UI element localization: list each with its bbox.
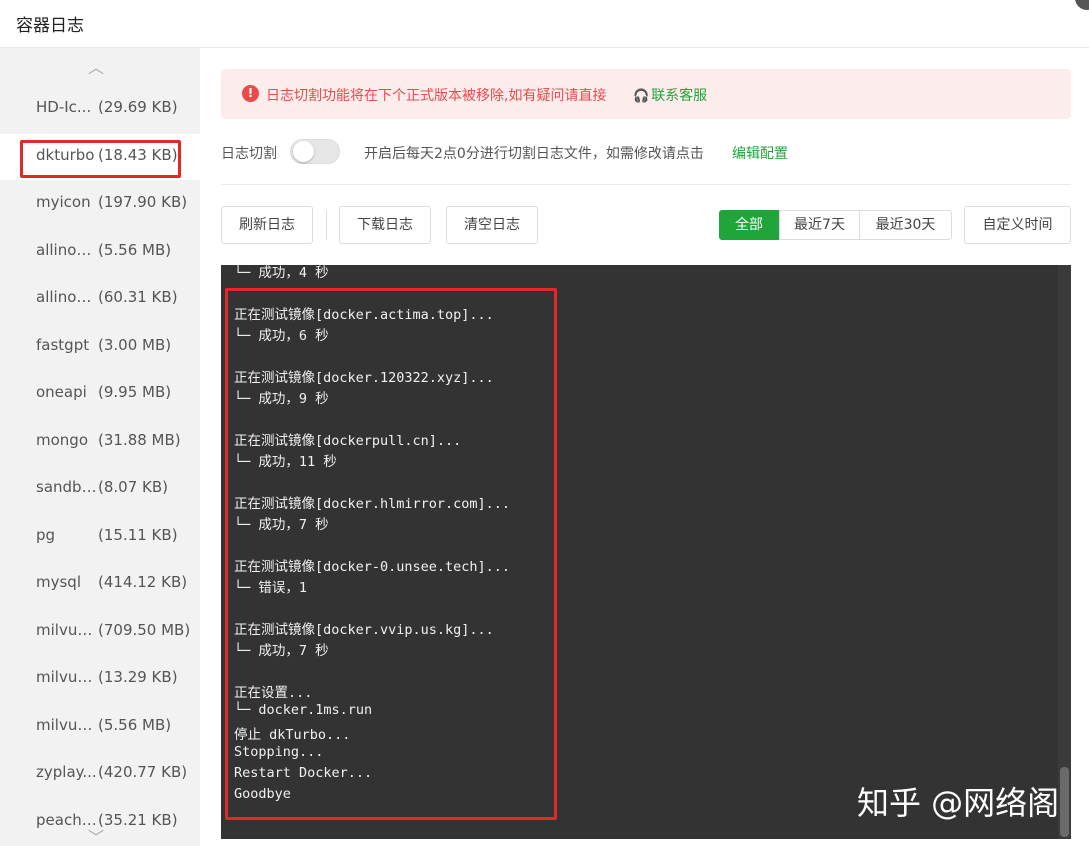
container-size: (35.21 KB) [98,810,178,829]
container-name: oneapi [36,383,87,401]
container-size: (8.07 KB) [98,478,168,496]
container-name: allinon... [36,240,98,259]
container-size: (5.56 MB) [98,715,172,734]
container-list: ︿ HD-Ic... (29.69 KB) dkturbo (18.43 KB) myi… [0,48,200,846]
container-item[interactable]: dkturbo (18.43 KB) [0,133,200,180]
container-name: allinon... [36,288,98,306]
headset-icon: 🎧 [633,89,650,104]
range-30-days-tab[interactable]: 最近30天 [859,210,952,240]
alert-message: 日志切割功能将在下个正式版本被移除,如有疑问请直接 [266,88,607,104]
divider [221,184,1071,185]
log-scrollbar[interactable] [1058,265,1071,839]
container-item[interactable]: HD-Ic... (29.69 KB) [0,86,200,132]
contact-support-label: 联系客服 [651,88,708,104]
container-size: (197.90 KB) [98,193,188,211]
window-title: 容器日志 [16,16,84,36]
log-highlight-box [225,288,557,820]
container-size: (9.95 MB) [98,383,172,401]
container-name: milvus... [36,620,98,639]
container-size: (3.00 MB) [98,335,172,354]
container-size: (420.77 KB) [98,763,188,781]
container-name: milvus... [36,668,98,686]
container-size: (60.31 KB) [98,288,178,306]
range-7-days-tab[interactable]: 最近7天 [779,210,860,240]
container-item[interactable]: milvus... (5.56 MB) [0,704,200,750]
container-item[interactable]: allinon... (5.56 MB) [0,229,200,275]
container-name: HD-Ic... [36,98,92,116]
container-item[interactable]: myicon (197.90 KB) [0,181,200,227]
container-size: (31.88 MB) [98,430,181,449]
log-line: └─ 成功，4 秒 [234,265,329,281]
log-cut-description: 开启后每天2点0分进行切割日志文件，如需修改请点击 [364,146,704,162]
container-item[interactable]: sandbox (8.07 KB) [0,466,200,512]
container-name: mysql [36,573,81,591]
refresh-log-button[interactable]: 刷新日志 [221,206,313,244]
container-name: milvus... [36,715,98,734]
container-name: myicon [36,193,91,211]
clear-log-button[interactable]: 清空日志 [446,206,538,244]
container-item[interactable]: oneapi (9.95 MB) [0,371,200,417]
container-item[interactable]: milvus... (13.29 KB) [0,656,200,702]
range-all-tab[interactable]: 全部 [719,210,779,240]
container-item[interactable]: fastgpt (3.00 MB) [0,324,200,370]
container-item[interactable]: allinon... (60.31 KB) [0,276,200,322]
container-size: (29.69 KB) [98,98,178,116]
container-name: sandbox [36,478,98,496]
container-size: (13.29 KB) [98,668,178,686]
container-item[interactable]: mongo (31.88 MB) [0,419,200,465]
container-size: (5.56 MB) [98,240,172,259]
watermark: 知乎 @网络阁 [857,784,1060,822]
edit-config-link[interactable]: 编辑配置 [732,143,788,163]
close-icon[interactable] [1075,0,1089,10]
contact-support-link[interactable]: 🎧 联系客服 [633,85,707,105]
container-size: (709.50 MB) [98,620,191,639]
custom-time-button[interactable]: 自定义时间 [964,206,1071,244]
container-name: dkturbo [36,145,95,164]
container-name: pg [36,525,56,544]
log-cut-toggle[interactable] [290,139,340,164]
scrollbar-thumb[interactable] [1060,767,1069,837]
container-name: zyplay... [36,763,97,781]
container-item[interactable]: pg (15.11 KB) [0,514,200,560]
container-size: (414.12 KB) [98,573,188,591]
container-size: (15.11 KB) [98,525,178,544]
deprecation-alert: ! 日志切割功能将在下个正式版本被移除,如有疑问请直接 🎧 联系客服 [221,69,1071,119]
download-log-button[interactable]: 下载日志 [339,206,431,244]
toggle-knob [293,141,314,162]
log-cut-label: 日志切割 [221,146,277,162]
container-size: (18.43 KB) [98,145,178,164]
container-item[interactable]: milvus... (709.50 MB) [0,609,200,655]
chevron-down-icon[interactable]: ﹀ [88,824,104,846]
window-titlebar: 容器日志 [0,0,1089,48]
container-item[interactable]: zyplay... (420.77 KB) [0,751,200,797]
toolbar-separator [326,210,327,240]
chevron-up-icon[interactable]: ︿ [88,54,104,78]
warning-icon: ! [242,85,259,102]
container-item[interactable]: mysql (414.12 KB) [0,561,200,607]
container-name: mongo [36,430,88,449]
container-name: fastgpt [36,335,90,354]
